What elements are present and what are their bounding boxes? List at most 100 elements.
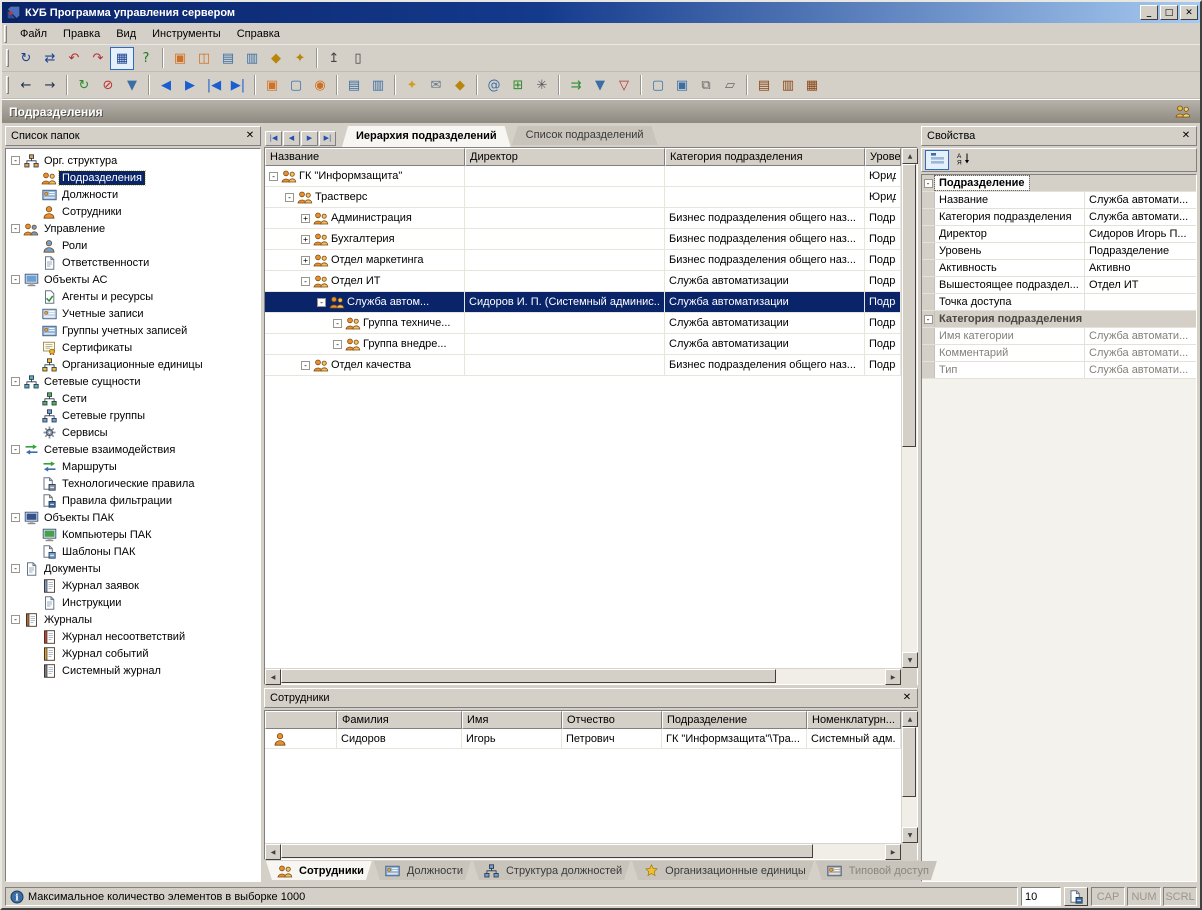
computers-button[interactable]: ▥ bbox=[240, 47, 264, 70]
tree-item-tech-rules[interactable]: Технологические правила bbox=[7, 475, 259, 492]
row-expander[interactable]: + bbox=[301, 256, 310, 265]
department-row[interactable]: -Группа внедре...Служба автоматизацииПод… bbox=[265, 334, 901, 355]
account-group-button[interactable]: ▥ bbox=[366, 74, 390, 97]
journal-button[interactable]: ▤ bbox=[752, 74, 776, 97]
tree-item-journals[interactable]: -Журналы bbox=[7, 611, 259, 628]
tab-employees[interactable]: Сотрудники bbox=[266, 861, 372, 880]
role-button[interactable]: ✦ bbox=[400, 74, 424, 97]
mail-button[interactable]: ✉ bbox=[424, 74, 448, 97]
row-expander[interactable]: + bbox=[301, 214, 310, 223]
row-expander[interactable]: - bbox=[285, 193, 294, 202]
scroll-track[interactable] bbox=[902, 164, 917, 652]
tree-item-pak-objects[interactable]: -Объекты ПАК bbox=[7, 509, 259, 526]
column-header-director[interactable]: Директор bbox=[465, 148, 665, 166]
row-expander[interactable]: - bbox=[301, 361, 310, 370]
department-row[interactable]: -Группа техниче...Служба автоматизацииПо… bbox=[265, 313, 901, 334]
tab-org-units[interactable]: Организационные единицы bbox=[632, 861, 814, 880]
tree-item-network-entities[interactable]: -Сетевые сущности bbox=[7, 373, 259, 390]
department-row[interactable]: -ТрастверсЮридическое лицо bbox=[265, 187, 901, 208]
tree-item-management[interactable]: -Управление bbox=[7, 220, 259, 237]
certificate-button[interactable]: ◆ bbox=[448, 74, 472, 97]
next-record-button[interactable]: ▶ bbox=[178, 74, 202, 97]
apply-limit-button[interactable] bbox=[1064, 887, 1088, 906]
property-row-director[interactable]: ДиректорСидоров Игорь П... bbox=[922, 226, 1196, 243]
add-account-group-button[interactable]: ◫ bbox=[192, 47, 216, 70]
forward-button[interactable]: → bbox=[38, 74, 62, 97]
tree-expander[interactable]: - bbox=[11, 156, 20, 165]
network-node-button[interactable]: ⊞ bbox=[506, 74, 530, 97]
property-row-parent[interactable]: Вышестоящее подраздел...Отдел ИТ bbox=[922, 277, 1196, 294]
column-header-patronymic[interactable]: Отчество bbox=[562, 711, 662, 729]
menu-tools[interactable]: Инструменты bbox=[144, 24, 229, 44]
column-header-icon[interactable] bbox=[265, 711, 337, 729]
group-expander[interactable]: - bbox=[924, 315, 933, 324]
column-header-surname[interactable]: Фамилия bbox=[337, 711, 462, 729]
property-row-activity[interactable]: АктивностьАктивно bbox=[922, 260, 1196, 277]
scroll-thumb-h[interactable] bbox=[281, 669, 776, 683]
row-expander[interactable]: - bbox=[301, 277, 310, 286]
column-header-department[interactable]: Подразделение bbox=[662, 711, 807, 729]
tree-item-as-objects[interactable]: -Объекты АС bbox=[7, 271, 259, 288]
tree-item-employees[interactable]: Сотрудники bbox=[7, 203, 259, 220]
tree-item-org-structure[interactable]: -Орг. структура bbox=[7, 152, 259, 169]
main-vertical-scrollbar[interactable] bbox=[901, 148, 917, 668]
paste-button[interactable]: ▱ bbox=[718, 74, 742, 97]
minimize-button[interactable]: _ bbox=[1140, 5, 1158, 20]
back-button[interactable]: ← bbox=[14, 74, 38, 97]
accounts-button[interactable]: ▤ bbox=[216, 47, 240, 70]
column-header-level[interactable]: Уровень bbox=[865, 148, 901, 166]
tree-item-positions[interactable]: Должности bbox=[7, 186, 259, 203]
row-expander[interactable]: + bbox=[301, 235, 310, 244]
tree-item-departments[interactable]: Подразделения bbox=[7, 169, 259, 186]
row-expander[interactable]: - bbox=[269, 172, 278, 181]
tree-item-org-units[interactable]: Организационные единицы bbox=[7, 356, 259, 373]
employees-panel-close-button[interactable]: ✕ bbox=[899, 691, 915, 705]
help-button[interactable]: ? bbox=[134, 47, 158, 70]
menu-help[interactable]: Справка bbox=[229, 24, 288, 44]
scroll-track-h[interactable] bbox=[281, 669, 885, 684]
property-group-category[interactable]: -Категория подразделения bbox=[922, 311, 1196, 328]
upload-button[interactable]: ↥ bbox=[322, 47, 346, 70]
scroll-left-button[interactable] bbox=[265, 844, 281, 860]
copy-button[interactable]: ⧉ bbox=[694, 74, 718, 97]
prev-row-button[interactable]: ◀ bbox=[283, 131, 300, 146]
tree-item-routes[interactable]: Маршруты bbox=[7, 458, 259, 475]
department-row[interactable]: -Отдел качестваБизнес подразделения обще… bbox=[265, 355, 901, 376]
refresh-button[interactable]: ↻ bbox=[72, 74, 96, 97]
main-horizontal-scrollbar[interactable] bbox=[265, 669, 901, 684]
monitor-button[interactable]: ▢ bbox=[646, 74, 670, 97]
scroll-thumb[interactable] bbox=[902, 164, 916, 447]
apply-changes-button[interactable]: ⇉ bbox=[564, 74, 588, 97]
tree-expander[interactable]: - bbox=[11, 564, 20, 573]
tree-item-filter-rules[interactable]: Правила фильтрации bbox=[7, 492, 259, 509]
property-row-category[interactable]: Категория подразделенияСлужба автомати..… bbox=[922, 209, 1196, 226]
tree-item-pak-computers[interactable]: Компьютеры ПАК bbox=[7, 526, 259, 543]
column-header-position[interactable]: Номенклатурн... bbox=[807, 711, 901, 729]
refresh-window-button[interactable]: ↻ bbox=[14, 47, 38, 70]
toolbar-bottom-grip[interactable] bbox=[6, 76, 9, 94]
property-row-name[interactable]: НазваниеСлужба автомати... bbox=[922, 192, 1196, 209]
tree-item-documents[interactable]: -Документы bbox=[7, 560, 259, 577]
tree-item-system-journal[interactable]: Системный журнал bbox=[7, 662, 259, 679]
scroll-down-button[interactable] bbox=[902, 652, 918, 668]
filter-set-button[interactable]: ▼ bbox=[588, 74, 612, 97]
menu-edit[interactable]: Правка bbox=[55, 24, 108, 44]
events-journal-button[interactable]: ▥ bbox=[776, 74, 800, 97]
tab-positions-structure[interactable]: Структура должностей bbox=[473, 861, 630, 880]
tree-item-networks[interactable]: Сети bbox=[7, 390, 259, 407]
next-row-button[interactable]: ▶ bbox=[301, 131, 318, 146]
property-row-comment[interactable]: КомментарийСлужба автомати... bbox=[922, 345, 1196, 362]
filter-button[interactable]: ▼ bbox=[120, 74, 144, 97]
tab-hierarchy[interactable]: Иерархия подразделений bbox=[342, 126, 511, 147]
department-row[interactable]: +БухгалтерияБизнес подразделения общего … bbox=[265, 229, 901, 250]
row-expander[interactable]: - bbox=[317, 298, 326, 307]
column-header-name[interactable]: Название bbox=[265, 148, 465, 166]
certificates-button[interactable]: ◆ bbox=[264, 47, 288, 70]
property-row-type[interactable]: ТипСлужба автомати... bbox=[922, 362, 1196, 379]
first-record-button[interactable]: |◀ bbox=[202, 74, 226, 97]
scroll-thumb-h[interactable] bbox=[281, 844, 813, 858]
scroll-track[interactable] bbox=[902, 727, 917, 827]
tree-item-agents-resources[interactable]: Агенты и ресурсы bbox=[7, 288, 259, 305]
tree-item-account-groups[interactable]: Группы учетных записей bbox=[7, 322, 259, 339]
tree-expander[interactable]: - bbox=[11, 445, 20, 454]
